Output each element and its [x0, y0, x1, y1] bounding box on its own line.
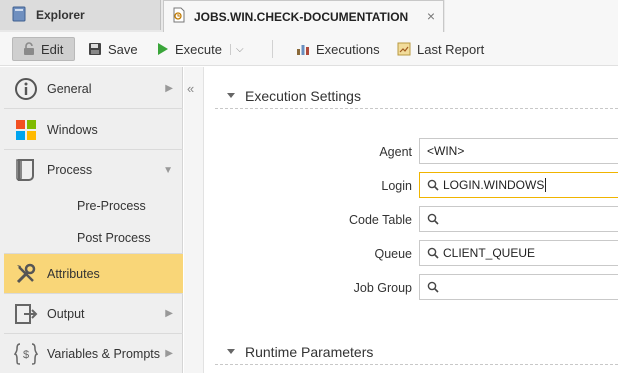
login-row: Login LOGIN.WINDOWS: [205, 172, 618, 200]
search-icon: [427, 247, 439, 259]
field-value: LOGIN.WINDOWS: [443, 178, 545, 192]
tab-explorer[interactable]: Explorer: [0, 0, 161, 30]
caret-down-icon: [227, 349, 235, 354]
code-table-row: Code Table: [205, 206, 618, 234]
bar-chart-icon: [296, 42, 310, 56]
main-panel: Execution Settings Agent <WIN> Login LOG…: [205, 67, 618, 373]
double-chevron-left-icon: «: [187, 81, 195, 96]
agent-field[interactable]: <WIN>: [419, 138, 618, 164]
tab-job-definition[interactable]: JOBS.WIN.CHECK-DOCUMENTATION ×: [163, 0, 444, 32]
field-value: CLIENT_QUEUE: [443, 246, 536, 260]
section-title: Execution Settings: [245, 87, 361, 104]
search-icon: [427, 213, 439, 225]
tab-strip: Explorer JOBS.WIN.CHECK-DOCUMENTATION ×: [0, 0, 618, 32]
sidebar-item-label: Variables & Prompts: [47, 346, 161, 361]
field-label: Job Group: [353, 281, 412, 295]
output-icon: [14, 302, 38, 326]
text-cursor: [545, 178, 547, 192]
tab-job-label: JOBS.WIN.CHECK-DOCUMENTATION: [194, 9, 409, 24]
execute-button[interactable]: Execute ⌵: [157, 37, 244, 61]
sidebar-item-post-process[interactable]: Post Process: [4, 222, 183, 254]
sidebar-item-windows[interactable]: Windows: [4, 110, 183, 150]
chevron-down-icon[interactable]: ⌵: [229, 43, 244, 55]
job-document-icon: [172, 7, 186, 26]
executions-button[interactable]: Executions: [296, 37, 380, 61]
wrench-screwdriver-icon: [14, 262, 38, 286]
chevron-right-icon: ▶: [165, 83, 173, 94]
edit-button[interactable]: Edit: [12, 37, 75, 61]
save-button[interactable]: Save: [88, 37, 138, 61]
sidebar-item-label: Output: [47, 306, 85, 321]
play-icon: [157, 42, 169, 56]
chevron-right-icon: ▶: [165, 308, 173, 319]
sidebar-item-output[interactable]: Output ▶: [4, 294, 183, 334]
tab-strip-filler: [445, 0, 618, 32]
login-field[interactable]: LOGIN.WINDOWS: [419, 172, 618, 198]
svg-text:$: $: [23, 349, 29, 361]
field-value: <WIN>: [427, 144, 465, 158]
toolbar: Edit Save Execute ⌵ Executions Last Repo…: [0, 32, 618, 66]
execute-label: Execute: [175, 41, 222, 57]
section-title: Runtime Parameters: [245, 343, 374, 360]
field-label: Login: [381, 179, 412, 193]
sidebar-item-attributes[interactable]: Attributes: [4, 254, 183, 294]
sidebar: General ▶ Windows Process ▼ Pre-Process …: [0, 67, 183, 373]
executions-label: Executions: [316, 41, 380, 57]
process-icon: [14, 158, 38, 182]
sidebar-item-label: Attributes: [47, 266, 100, 281]
collapse-sidebar-button[interactable]: «: [184, 67, 204, 373]
tab-explorer-label: Explorer: [36, 8, 85, 22]
job-group-row: Job Group: [205, 274, 618, 302]
report-icon: [397, 42, 411, 56]
save-icon: [88, 42, 102, 56]
sidebar-item-label: Pre-Process: [77, 199, 146, 213]
variables-icon: $: [14, 342, 38, 366]
unlock-icon: [23, 42, 35, 56]
sidebar-item-label: Process: [47, 163, 93, 177]
sidebar-item-variables-prompts[interactable]: $ Variables & Prompts ▶: [4, 334, 183, 373]
code-table-field[interactable]: [419, 206, 618, 232]
sidebar-item-label: General: [47, 81, 92, 96]
chevron-right-icon: ▶: [165, 348, 173, 359]
edit-label: Edit: [41, 41, 64, 57]
field-label: Agent: [379, 145, 412, 159]
chevron-down-icon: ▼: [163, 164, 173, 176]
search-icon: [427, 179, 439, 191]
caret-down-icon: [227, 93, 235, 98]
sidebar-item-pre-process[interactable]: Pre-Process: [4, 190, 183, 222]
sidebar-item-process[interactable]: Process ▼: [4, 150, 183, 190]
execution-settings-header[interactable]: Execution Settings: [215, 83, 618, 109]
windows-logo-icon: [14, 118, 38, 142]
explorer-icon: [12, 6, 26, 25]
close-icon[interactable]: ×: [427, 9, 435, 23]
queue-field[interactable]: CLIENT_QUEUE: [419, 240, 618, 266]
save-label: Save: [108, 41, 138, 57]
sidebar-item-label: Windows: [47, 122, 98, 137]
last-report-button[interactable]: Last Report: [397, 37, 484, 61]
queue-row: Queue CLIENT_QUEUE: [205, 240, 618, 268]
toolbar-divider: [272, 40, 273, 58]
last-report-label: Last Report: [417, 41, 485, 57]
runtime-parameters-header[interactable]: Runtime Parameters: [215, 339, 618, 365]
sidebar-item-label: Post Process: [77, 230, 151, 245]
agent-row: Agent <WIN>: [205, 138, 618, 166]
sidebar-item-general[interactable]: General ▶: [4, 69, 183, 109]
field-label: Queue: [374, 247, 412, 261]
info-icon: [14, 77, 38, 101]
search-icon: [427, 281, 439, 293]
job-group-field[interactable]: [419, 274, 618, 300]
field-label: Code Table: [348, 213, 412, 227]
